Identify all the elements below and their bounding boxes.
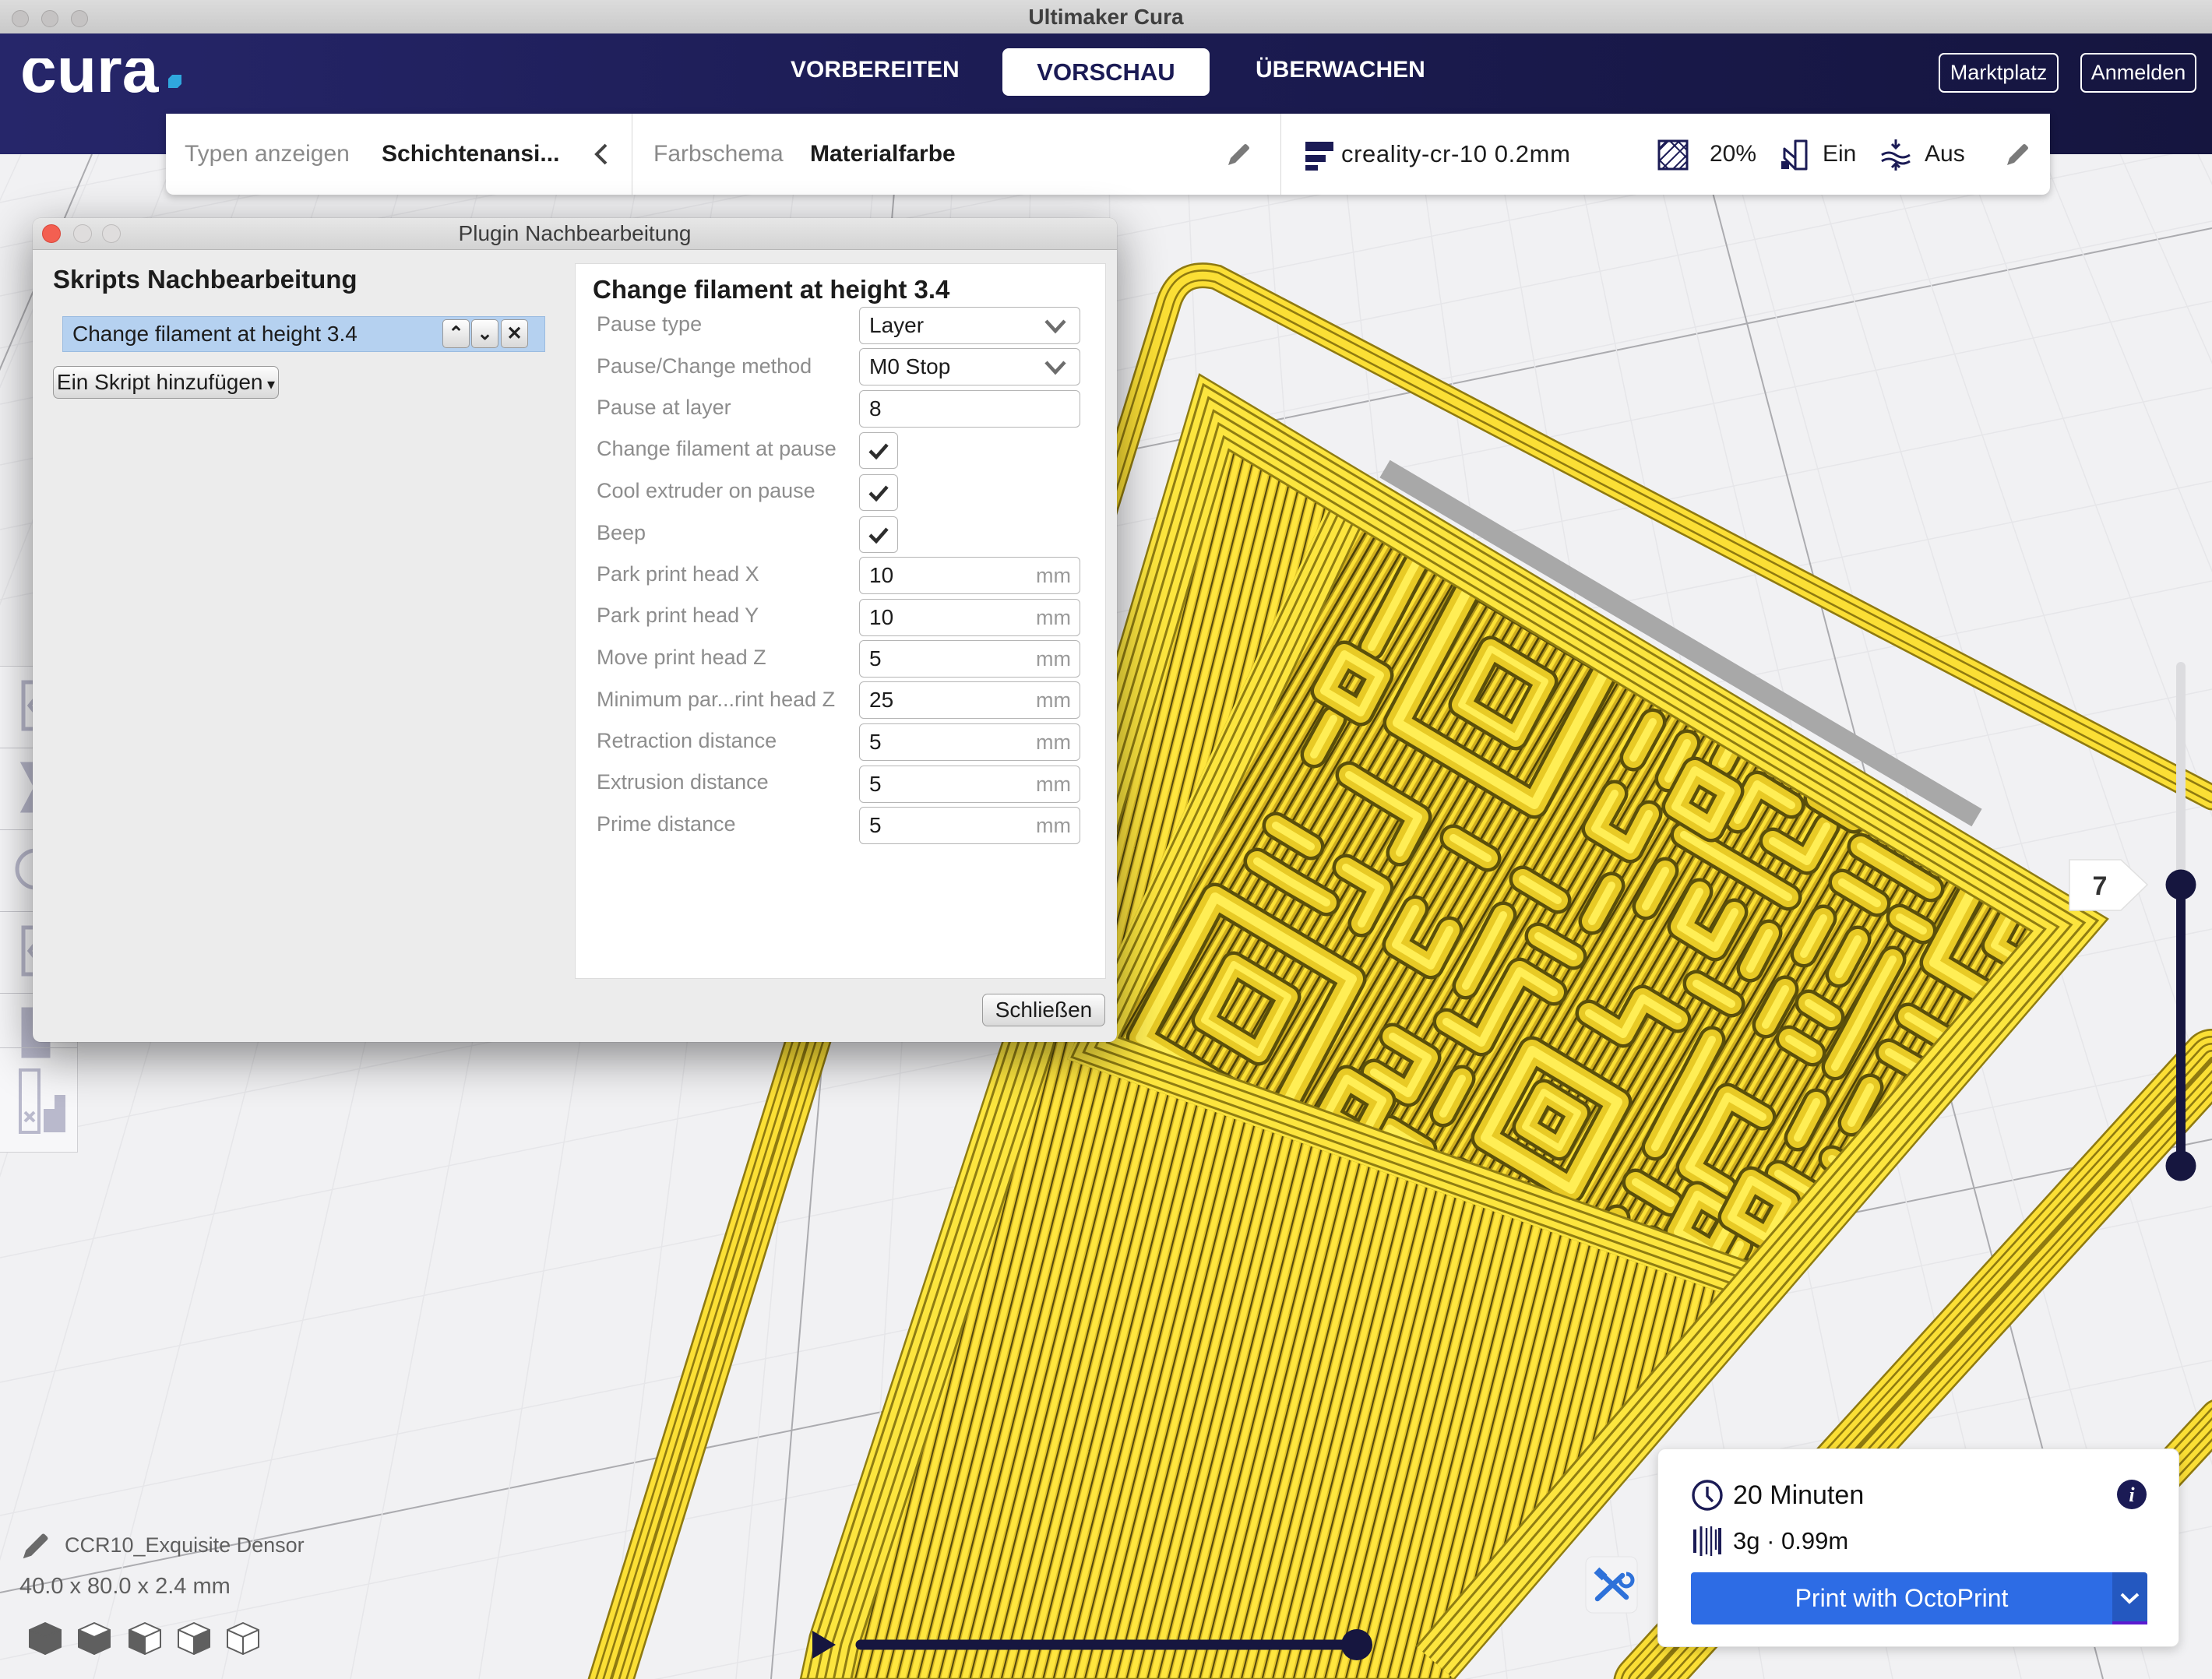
svg-text:7: 7 <box>2093 871 2108 901</box>
svg-text:cura: cura <box>20 58 160 106</box>
svg-text:i: i <box>2129 1484 2135 1506</box>
